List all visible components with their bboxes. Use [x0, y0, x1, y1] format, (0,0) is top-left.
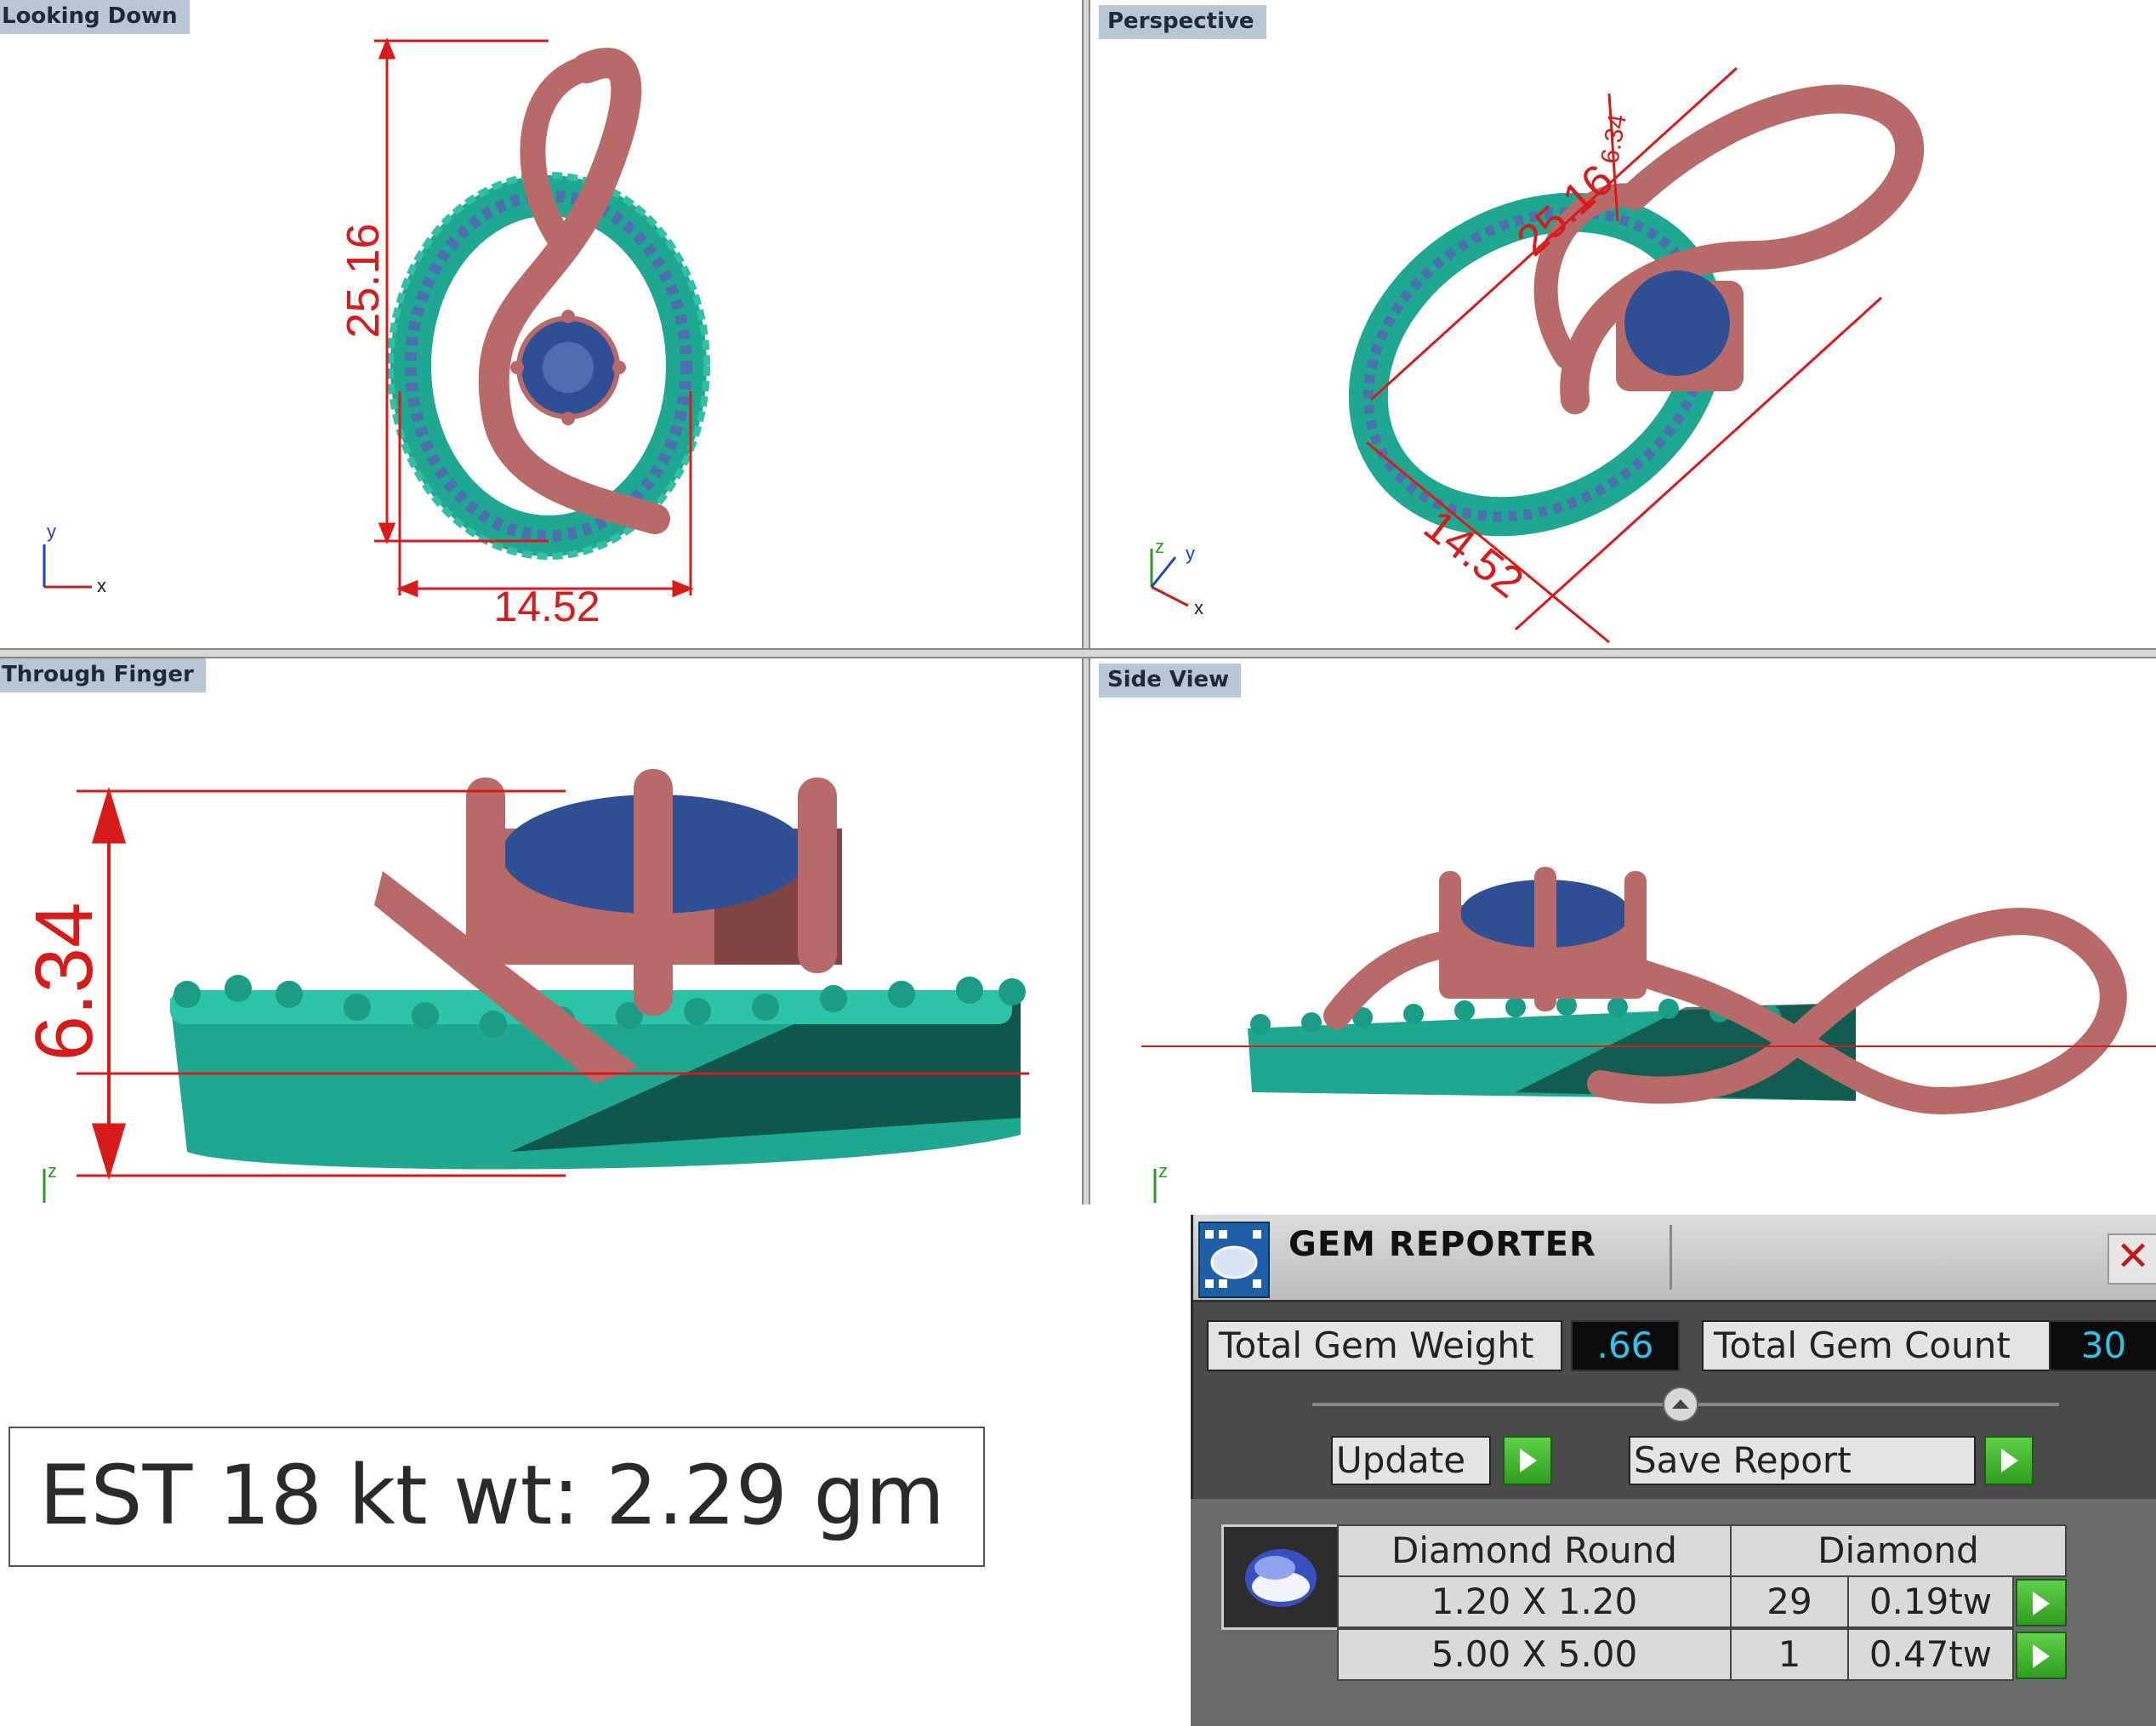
table-row-weight: 0.47tw: [1847, 1628, 2014, 1681]
svg-text:y: y: [47, 521, 56, 542]
svg-text:z: z: [1158, 1160, 1168, 1182]
close-icon[interactable]: ✕: [2108, 1233, 2156, 1285]
estimate-weight-text: EST 18 kt wt: 2.29 gm: [39, 1448, 945, 1543]
dim-small-label: 6.34: [1596, 112, 1632, 166]
row-detail-button[interactable]: [2016, 1632, 2067, 1679]
axis-indicator: z y x: [1150, 536, 1203, 618]
gem-reporter-logo-icon: [1198, 1222, 1270, 1298]
dim-height-label: 25.16: [338, 223, 389, 338]
titlebar-separator: [1670, 1225, 1672, 1290]
table-header-material: Diamond: [1730, 1524, 2067, 1577]
total-gem-weight-value: .66: [1571, 1320, 1680, 1371]
axis-indicator: y x: [43, 521, 106, 596]
gem-reporter-title: GEM REPORTER: [1288, 1225, 1596, 1264]
axis-indicator: z: [1153, 1160, 1168, 1203]
svg-text:z: z: [1155, 536, 1164, 557]
viewport-through-finger[interactable]: 6.34 z Through Finger: [0, 658, 1082, 1205]
save-report-play-button[interactable]: [1984, 1436, 2034, 1485]
perspective-render: 25.16 14.52 6.34 z y x: [1150, 66, 1924, 644]
table-row-count: 29: [1730, 1575, 1849, 1628]
update-play-button[interactable]: [1503, 1436, 1552, 1485]
gem-reporter-titlebar[interactable]: GEM REPORTER ✕: [1193, 1215, 2156, 1302]
svg-text:z: z: [48, 1160, 57, 1182]
svg-text:x: x: [97, 575, 106, 596]
total-gem-weight-label: Total Gem Weight: [1207, 1320, 1562, 1371]
swirl-metal: [478, 48, 670, 534]
viewport-divider[interactable]: [1082, 0, 1090, 1208]
through-finger-render: 6.34 z: [19, 769, 1029, 1203]
row-detail-button[interactable]: [2016, 1579, 2067, 1626]
viewport-label[interactable]: Side View: [1099, 664, 1242, 698]
looking-down-render: 25.16 14.52 y x: [43, 37, 710, 630]
collapse-arrow-icon[interactable]: [1663, 1387, 1698, 1422]
viewport-perspective[interactable]: 25.16 14.52 6.34 z y x Perspective: [1090, 0, 2156, 648]
viewport-looking-down[interactable]: 25.16 14.52 y x Looking Down: [0, 0, 1082, 648]
viewport-label[interactable]: Perspective: [1099, 5, 1266, 39]
dim-height-label: 6.34: [19, 903, 110, 1062]
viewport-divider[interactable]: [0, 648, 2156, 658]
save-report-button[interactable]: Save Report: [1629, 1436, 1976, 1485]
total-gem-count-label: Total Gem Count: [1702, 1320, 2051, 1371]
viewport-label[interactable]: Through Finger: [0, 658, 206, 692]
total-gem-count-value: 30: [2049, 1320, 2156, 1371]
update-button[interactable]: Update: [1331, 1436, 1491, 1485]
svg-text:x: x: [1194, 597, 1203, 618]
side-view-render: z: [1141, 867, 2156, 1203]
table-row-size: 1.20 X 1.20: [1337, 1575, 1732, 1628]
dim-width-label: 14.52: [493, 583, 600, 630]
viewport-label[interactable]: Looking Down: [0, 0, 190, 34]
table-row-count: 1: [1730, 1628, 1849, 1681]
table-row-weight: 0.19tw: [1847, 1575, 2014, 1628]
svg-text:y: y: [1186, 543, 1195, 564]
axis-indicator: z: [43, 1160, 57, 1203]
gem-thumbnail: [1221, 1524, 1340, 1630]
viewport-side-view[interactable]: z Side View: [1090, 658, 2156, 1205]
table-header-shape: Diamond Round: [1337, 1524, 1732, 1577]
table-row-size: 5.00 X 5.00: [1337, 1628, 1732, 1681]
center-stone: [1624, 271, 1730, 376]
estimate-weight-box: EST 18 kt wt: 2.29 gm: [9, 1427, 985, 1567]
